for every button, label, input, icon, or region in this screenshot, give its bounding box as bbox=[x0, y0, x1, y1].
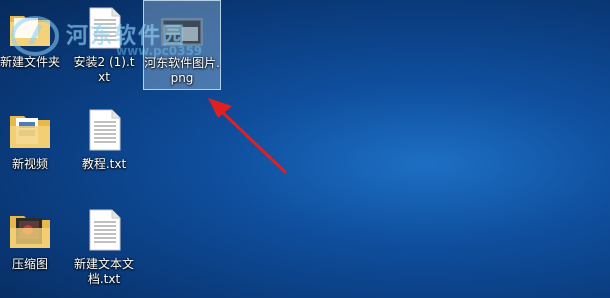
red-arrow-annotation bbox=[208, 98, 287, 174]
desktop: 新建文件夹 安装2 (1).txt 河东软件图片.png 新视频 教程.txt … bbox=[0, 0, 610, 298]
